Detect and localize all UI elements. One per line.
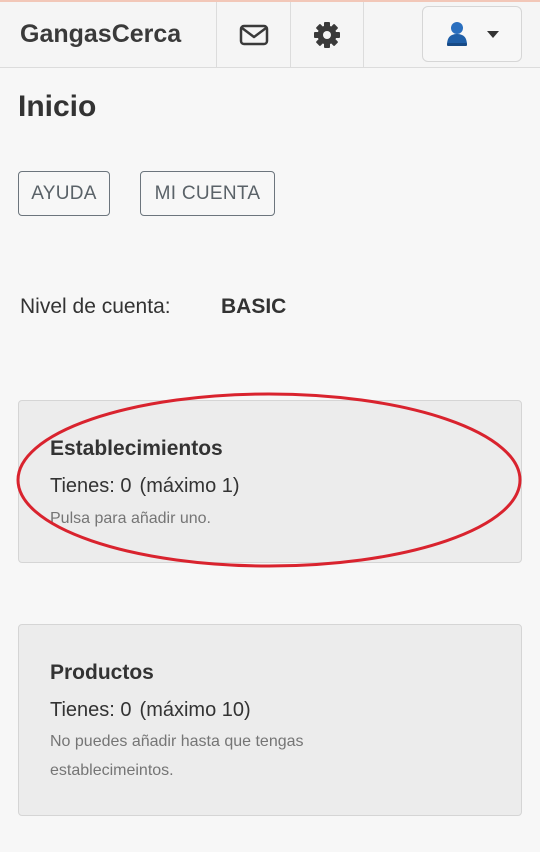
- establishments-count-value: Tienes: 0: [50, 475, 132, 497]
- help-button[interactable]: AYUDA: [18, 171, 110, 216]
- envelope-icon: [239, 24, 268, 46]
- products-hint: No puedes añadir hasta que tengas establ…: [50, 733, 304, 779]
- messages-button[interactable]: [216, 2, 290, 68]
- establishments-title: Establecimientos: [50, 437, 223, 460]
- establishments-count: Tienes: 0 (máximo 1): [50, 475, 240, 498]
- products-count-value: Tienes: 0: [50, 699, 132, 721]
- page-title: Inicio: [18, 90, 97, 123]
- establishments-hint: Pulsa para añadir uno.: [50, 510, 211, 527]
- establishments-max: (máximo 1): [139, 475, 240, 497]
- gear-icon: [314, 22, 340, 48]
- navbar: GangasCerca: [0, 2, 540, 68]
- products-title: Productos: [50, 661, 154, 684]
- user-icon: [447, 22, 467, 46]
- user-menu-button[interactable]: [422, 6, 522, 62]
- products-count: Tienes: 0 (máximo 10): [50, 699, 251, 722]
- settings-button[interactable]: [290, 2, 364, 68]
- establishments-card[interactable]: Establecimientos Tienes: 0 (máximo 1) Pul…: [18, 400, 522, 563]
- my-account-button[interactable]: MI CUENTA: [140, 171, 275, 216]
- brand-logo[interactable]: GangasCerca: [20, 20, 181, 49]
- chevron-down-icon: [487, 30, 499, 38]
- products-card[interactable]: Productos Tienes: 0 (máximo 10) No puedes…: [18, 624, 522, 816]
- account-level-label: Nivel de cuenta:: [20, 295, 171, 318]
- account-level-value: BASIC: [221, 295, 287, 318]
- products-max: (máximo 10): [139, 699, 251, 721]
